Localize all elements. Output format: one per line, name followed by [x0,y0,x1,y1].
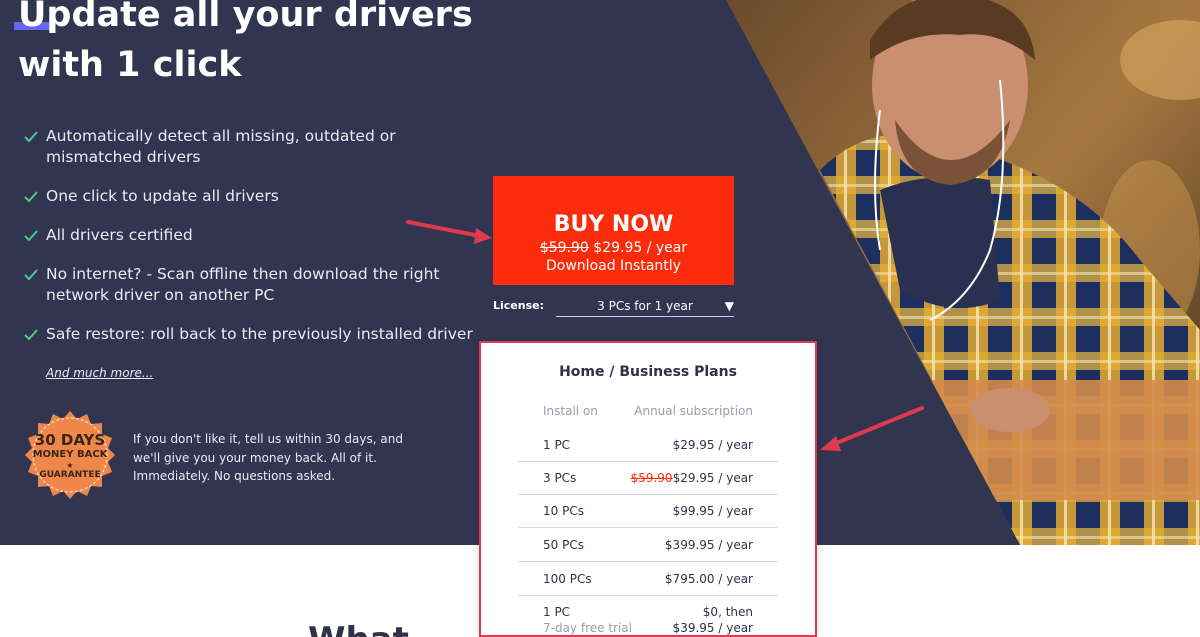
feature-text: One click to update all drivers [46,187,279,205]
plan-row[interactable]: 1 PC $29.95 / year [518,429,778,462]
plan-install: 100 PCs [543,572,592,586]
badge-money-back: MONEY BACK [32,449,108,460]
plan-install: 10 PCs [543,504,584,518]
price: $29.95 / year [672,471,753,485]
guarantee-text: If you don't like it, tell us within 30 … [133,432,403,483]
plan-row-trial[interactable]: 1 PC 7-day free trial $0, then $39.95 / ye… [518,599,778,635]
feature-item: Safe restore: roll back to the previousl… [24,324,474,345]
license-selected-value: 3 PCs for 1 year [597,299,693,313]
column-annual-subscription: Annual subscription [634,404,753,418]
price: $29.95 / year [672,438,753,452]
plan-price: $29.95 / year [673,438,753,452]
plan-row[interactable]: 10 PCs $99.95 / year [518,495,778,528]
buy-price: $59.90 $29.95 / year [493,239,734,257]
and-much-more-link[interactable]: And much more... [46,366,153,380]
next-section-heading: What [308,620,409,637]
headline-line-1: Update all your drivers [18,0,473,35]
price: $399.95 / year [664,538,753,552]
feature-item: All drivers certified [24,225,474,246]
plan-price: $99.95 / year [673,504,753,518]
buy-now-button[interactable]: BUY NOW $59.90 $29.95 / year Download In… [493,176,734,285]
plan-row[interactable]: 100 PCs $795.00 / year [518,563,778,596]
new-price: $29.95 / year [593,239,688,256]
plan-install: 1 PC [543,438,571,452]
plans-table: Home / Business Plans Install on Annual … [479,341,817,637]
feature-text: network driver on another PC [46,286,275,304]
feature-list: Automatically detect all missing, outdat… [24,126,474,363]
plan-row[interactable]: 50 PCs $399.95 / year [518,529,778,562]
plan-price: $59.90$29.95 / year [631,471,753,485]
plan-install: 1 PC 7-day free trial [543,604,632,635]
feature-text: All drivers certified [46,226,193,244]
plan-row[interactable]: 3 PCs $59.90$29.95 / year [518,462,778,495]
plan-price: $0, then $39.95 / year [672,604,753,635]
feature-text: No internet? - Scan offline then downloa… [46,265,440,283]
old-price: $59.90 [630,471,673,485]
badge-days: 30 DAYS [34,431,106,449]
check-icon [24,191,38,202]
trial-price-2: $39.95 / year [672,621,753,635]
check-icon [24,329,38,340]
trial-install: 1 PC [543,605,571,619]
star-icon: ★ [66,461,74,470]
money-back-badge: 30 DAYS MONEY BACK ★ GUARANTEE [24,409,116,501]
buy-subtitle: Download Instantly [546,257,681,274]
price: $795.00 / year [664,572,753,586]
license-select[interactable]: 3 PCs for 1 year ▼ [556,296,734,317]
plans-header: Install on Annual subscription [543,404,753,418]
feature-text: Automatically detect all missing, outdat… [46,127,396,145]
check-icon [24,131,38,142]
column-install-on: Install on [543,404,598,418]
plan-price: $399.95 / year [665,538,753,552]
badge-guarantee: GUARANTEE [39,470,101,480]
plan-install: 3 PCs [543,471,577,485]
check-icon [24,230,38,241]
feature-item: Automatically detect all missing, outdat… [24,126,474,168]
trial-note: 7-day free trial [543,621,632,635]
feature-item: One click to update all drivers [24,186,474,207]
plans-title: Home / Business Plans [559,364,737,380]
feature-text: mismatched drivers [46,148,201,166]
trial-price-1: $0, then [702,605,753,619]
headline-line-2: with 1 click [18,45,242,85]
old-price: $59.90 [539,239,589,256]
chevron-down-icon: ▼ [724,299,734,313]
buy-title: BUY NOW [553,211,674,237]
price: $99.95 / year [672,504,753,518]
license-label: License: [493,299,544,312]
page-title: Update all your drivers with 1 click [18,0,473,90]
plan-price: $795.00 / year [665,572,753,586]
check-icon [24,269,38,280]
feature-item: No internet? - Scan offline then downloa… [24,264,474,306]
plan-install: 50 PCs [543,538,584,552]
feature-text: Safe restore: roll back to the previousl… [46,325,473,343]
